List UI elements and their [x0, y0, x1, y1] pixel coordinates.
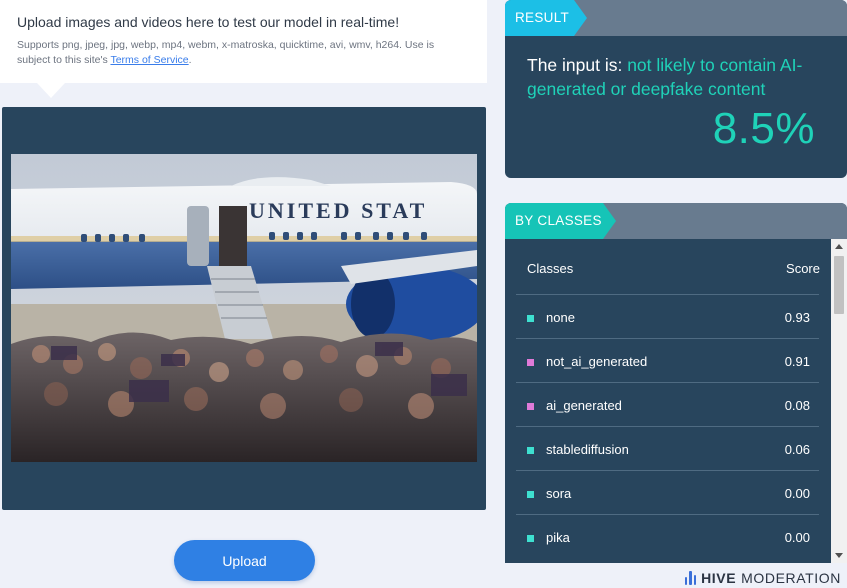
- upload-button[interactable]: Upload: [174, 540, 315, 581]
- table-row: ai_generated 0.08: [516, 382, 819, 427]
- class-score: 0.00: [784, 530, 810, 545]
- table-row: pika 0.00: [516, 514, 819, 559]
- terms-of-service-link[interactable]: Terms of Service: [110, 54, 188, 66]
- class-name: none: [546, 310, 575, 325]
- class-name: not_ai_generated: [546, 354, 648, 369]
- class-color-swatch: [527, 447, 534, 454]
- table-row: sora 0.00: [516, 470, 819, 515]
- upload-info-subtitle: Supports png, jpeg, jpg, webp, mp4, webm…: [17, 38, 457, 68]
- scroll-thumb[interactable]: [834, 256, 844, 314]
- upload-info-card: Upload images and videos here to test ou…: [0, 0, 487, 98]
- result-header: RESULT: [505, 0, 847, 36]
- class-score: 0.93: [784, 310, 810, 325]
- hive-bars-icon: [684, 571, 697, 585]
- verdict-prefix: The input is:: [527, 55, 628, 75]
- result-card: RESULT The input is: not likely to conta…: [505, 0, 847, 178]
- class-name: pika: [546, 530, 570, 545]
- classes-tag-label: BY CLASSES: [515, 213, 602, 228]
- result-score: 8.5%: [712, 104, 815, 153]
- plane-livery-text: UNITED STAT: [249, 198, 427, 223]
- class-color-swatch: [527, 359, 534, 366]
- result-verdict: The input is: not likely to contain AI-g…: [527, 53, 827, 101]
- class-score: 0.00: [784, 486, 810, 501]
- column-score: Score: [786, 261, 820, 276]
- result-tag: RESULT: [505, 0, 587, 36]
- uploaded-image-illustration: UNITED STAT: [11, 154, 477, 462]
- classes-table: Classes Score none 0.93 not_ai_generated…: [505, 239, 831, 563]
- column-classes: Classes: [527, 261, 574, 276]
- media-preview-panel: UNITED STAT: [2, 107, 486, 510]
- class-color-swatch: [527, 491, 534, 498]
- class-score: 0.08: [784, 398, 810, 413]
- classes-card: BY CLASSES Classes Score none 0.93 not_a…: [505, 203, 847, 563]
- class-name: ai_generated: [546, 398, 622, 413]
- table-row: stablediffusion 0.06: [516, 426, 819, 471]
- class-color-swatch: [527, 535, 534, 542]
- upload-info-title: Upload images and videos here to test ou…: [17, 14, 400, 30]
- scroll-down-arrow-icon[interactable]: [835, 553, 843, 558]
- classes-tag: BY CLASSES: [505, 203, 616, 239]
- table-row: not_ai_generated 0.91: [516, 338, 819, 383]
- class-name: stablediffusion: [546, 442, 629, 457]
- class-score: 0.91: [784, 354, 810, 369]
- classes-header: BY CLASSES: [505, 203, 847, 239]
- brand-name-bold: HIVE: [701, 570, 737, 586]
- class-score: 0.06: [784, 442, 810, 457]
- subtitle-suffix: .: [188, 54, 192, 66]
- subtitle-text: Supports png, jpeg, jpg, webp, mp4, webm…: [17, 39, 435, 66]
- table-row: none 0.93: [516, 294, 819, 339]
- uploaded-image: UNITED STAT: [11, 154, 477, 462]
- hive-moderation-logo: HIVE MODERATION: [684, 569, 841, 587]
- class-color-swatch: [527, 315, 534, 322]
- class-name: sora: [546, 486, 572, 501]
- scroll-up-arrow-icon[interactable]: [835, 244, 843, 249]
- classes-scrollbar[interactable]: [831, 239, 847, 563]
- brand-name-light: MODERATION: [741, 570, 841, 586]
- result-tag-label: RESULT: [515, 10, 570, 25]
- class-color-swatch: [527, 403, 534, 410]
